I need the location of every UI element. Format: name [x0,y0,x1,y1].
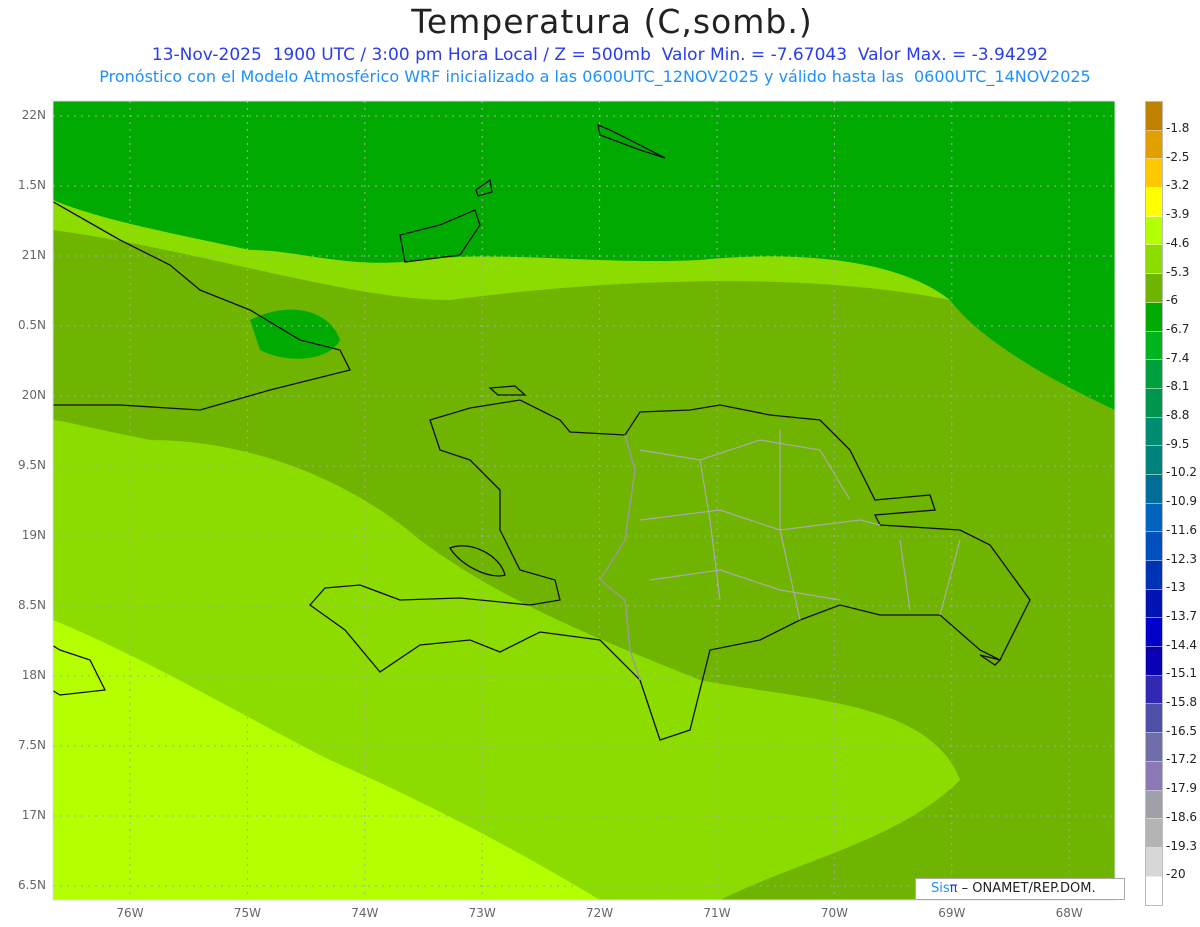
lat-label: 7.5N [17,738,46,752]
credit-box: Sisπ – ONAMET/REP.DOM. [915,878,1125,900]
colorbar [1145,101,1163,907]
colorbar-swatch [1146,618,1162,648]
colorbar-label: -6 [1166,293,1178,308]
colorbar-swatch [1146,790,1162,820]
colorbar-swatch [1146,647,1162,676]
colorbar-swatch [1146,733,1162,762]
colorbar-swatch [1146,102,1162,131]
colorbar-swatch [1146,159,1162,189]
lat-label: 8.5N [17,598,46,612]
lon-label: 72W [586,906,614,920]
colorbar-label: -17.2 [1166,752,1198,767]
colorbar-label: -13.7 [1166,608,1198,623]
colorbar-label: -15.1 [1166,666,1198,681]
colorbar-label: -13 [1166,580,1186,595]
lon-label: 70W [820,906,848,920]
colorbar-label: -18.6 [1166,809,1198,824]
colorbar-swatch [1146,302,1162,332]
colorbar-swatch [1146,188,1162,217]
lon-label: 71W [703,906,731,920]
credit-org: – ONAMET/REP.DOM. [957,881,1096,896]
colorbar-swatch [1146,847,1162,877]
colorbar-swatch [1146,130,1162,160]
colorbar-label: -12.3 [1166,551,1198,566]
colorbar-swatch [1146,675,1162,705]
colorbar-label: -3.9 [1166,207,1190,222]
colorbar-label: -20 [1166,867,1186,882]
colorbar-swatch [1146,876,1162,906]
colorbar-label: -3.2 [1166,178,1190,193]
colorbar-swatch [1146,819,1162,848]
colorbar-swatch [1146,216,1162,246]
colorbar-label: -9.5 [1166,436,1190,451]
colorbar-label: -2.5 [1166,149,1190,164]
colorbar-label: -17.9 [1166,781,1198,796]
lon-label: 73W [468,906,496,920]
lon-label: 68W [1055,906,1083,920]
lat-label: 22N [21,108,46,122]
lat-label: 9.5N [17,458,46,472]
colorbar-label: -7.4 [1166,350,1190,365]
colorbar-label: -10.9 [1166,494,1198,509]
colorbar-label: -10.2 [1166,465,1198,480]
colorbar-label: -8.8 [1166,408,1190,422]
lon-label: 75W [233,906,261,920]
colorbar-label: -19.3 [1166,838,1198,853]
colorbar-swatch [1146,532,1162,561]
colorbar-label: -6.7 [1166,321,1190,336]
lat-label: 1.5N [17,178,46,192]
colorbar-label: -4.6 [1166,235,1190,250]
colorbar-label: -14.4 [1166,637,1198,652]
lat-label: 19N [21,528,46,542]
colorbar-label: -15.8 [1166,695,1198,709]
lon-label: 69W [938,906,966,920]
colorbar-label: -8.1 [1166,379,1190,394]
colorbar-swatch [1146,360,1162,389]
colorbar-swatch [1146,704,1162,734]
colorbar-swatch [1146,417,1162,447]
colorbar-swatch [1146,388,1162,418]
colorbar-label: -1.8 [1166,121,1190,135]
colorbar-swatch [1146,503,1162,533]
lat-label: 17N [21,808,46,822]
lat-label: 21N [21,248,46,262]
lon-label: 76W [116,906,144,920]
colorbar-label: -5.3 [1166,264,1190,279]
colorbar-label: -11.6 [1166,522,1198,537]
colorbar-swatch [1146,446,1162,475]
colorbar-swatch [1146,761,1162,791]
temperature-map [52,100,1116,901]
colorbar-swatch [1146,589,1162,619]
lat-label: 6.5N [17,878,46,892]
colorbar-label: -16.5 [1166,723,1198,738]
colorbar-swatch [1146,561,1162,590]
colorbar-swatch [1146,331,1162,361]
lat-label: 0.5N [17,318,46,332]
lon-label: 74W [351,906,379,920]
colorbar-swatch [1146,474,1162,504]
lat-label: 20N [21,388,46,402]
colorbar-swatch [1146,274,1162,303]
sis-logo-text: Sis [931,881,950,896]
colorbar-swatch [1146,245,1162,275]
lat-label: 18N [21,668,46,682]
